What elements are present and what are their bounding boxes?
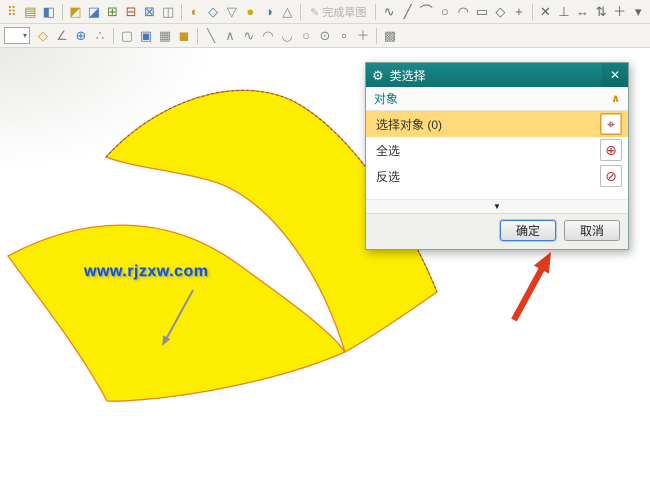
intersect-icon[interactable]: ⊠	[141, 2, 159, 22]
ok-button[interactable]: 确定	[500, 220, 556, 241]
surface-sheet-bottom[interactable]	[8, 225, 345, 401]
invert-selection-icon-button[interactable]: ⊘	[600, 165, 622, 187]
toolbar-row-2: ▾◇∠⊕∴ ▢▣▦◼ ╲∧∿◠◡○⊙∘＋ ▩	[0, 24, 650, 48]
datum-axis-icon[interactable]: ∠	[53, 26, 71, 46]
arc-tool-icon[interactable]: ◠	[259, 26, 277, 46]
dialog-row-select-object[interactable]: 选择对象 (0)⌖	[366, 111, 628, 137]
select-object-icon-button[interactable]: ⌖	[600, 113, 622, 135]
finish-sketch-label: ✎ 完成草图	[305, 4, 371, 20]
app-window: ⠿▤◧◩◪⊞⊟⊠◫◐◇▽●◑△✎ 完成草图∿╱⌒○◠▭◇+✕⊥↔⇅＋▾ ▾◇∠⊕…	[0, 0, 650, 486]
object-section-header[interactable]: 对象 ∧	[366, 87, 628, 111]
unite-icon[interactable]: ⊞	[104, 2, 122, 22]
select-all-label: 全选	[376, 142, 600, 159]
solid-view-icon[interactable]: ▣	[137, 26, 155, 46]
chevron-up-icon[interactable]: ∧	[611, 92, 620, 105]
select-box-icon[interactable]: ▢	[118, 26, 136, 46]
select-all-icon-button[interactable]: ⊕	[600, 139, 622, 161]
dialog-spacer	[366, 189, 628, 199]
toolbar-separator	[197, 28, 198, 44]
object-section-label: 对象	[374, 90, 398, 107]
toolbar-separator	[113, 28, 114, 44]
ellipse-icon[interactable]: ∘	[335, 26, 353, 46]
arc-icon[interactable]: ⌒	[417, 2, 435, 22]
selection-scope-dropdown[interactable]: ▾	[4, 27, 30, 44]
gear-icon: ⚙	[372, 69, 384, 82]
close-icon[interactable]: ✕	[602, 63, 628, 87]
line-icon[interactable]: ╱	[399, 2, 417, 22]
toolbar-row-1: ⠿▤◧◩◪⊞⊟⊠◫◐◇▽●◑△✎ 完成草图∿╱⌒○◠▭◇+✕⊥↔⇅＋▾	[0, 0, 650, 24]
datum-csys-icon[interactable]: ⊕	[72, 26, 90, 46]
toolbar-separator	[532, 4, 533, 20]
grid-icon[interactable]: ▩	[381, 26, 399, 46]
annotation-arrow	[511, 252, 551, 322]
dialog-row-invert-selection[interactable]: 反选⊘	[366, 163, 628, 189]
cylinder-icon[interactable]: ◑	[260, 2, 278, 22]
datum-grid-icon[interactable]: ▤	[22, 2, 40, 22]
extrude-icon[interactable]: ◩	[67, 2, 85, 22]
revolve-icon[interactable]: ◪	[85, 2, 103, 22]
select-object-label: 选择对象 (0)	[376, 116, 600, 133]
shell-icon[interactable]: ◫	[159, 2, 177, 22]
sphere-icon[interactable]: ●	[242, 2, 260, 22]
subtract-icon[interactable]: ⊟	[122, 2, 140, 22]
auto-dimension-icon[interactable]: ⇅	[592, 2, 610, 22]
circle-tool-icon[interactable]: ○	[297, 26, 315, 46]
cancel-button[interactable]: 取消	[564, 220, 620, 241]
edge-blend-icon[interactable]: ◐	[186, 2, 204, 22]
rectangle-icon[interactable]: ▭	[473, 2, 491, 22]
toolbar-separator	[181, 4, 182, 20]
chamfer-icon[interactable]: ◇	[204, 2, 222, 22]
point-tool-icon[interactable]: ＋	[354, 26, 372, 46]
polygon-icon[interactable]: ◇	[492, 2, 510, 22]
pattern-icon[interactable]: ⠿	[3, 2, 21, 22]
dimension-icon[interactable]: ↔	[574, 2, 592, 22]
sketch-point-icon[interactable]: ＋	[611, 2, 629, 22]
draft-icon[interactable]: ▽	[223, 2, 241, 22]
collapse-toggle[interactable]: ▼	[366, 199, 628, 213]
dialog-rows: 选择对象 (0)⌖全选⊕反选⊘	[366, 111, 628, 189]
wireframe-view-icon[interactable]: ▦	[156, 26, 174, 46]
shaded-view-icon[interactable]: ◼	[175, 26, 193, 46]
fillet-icon[interactable]: ◠	[455, 2, 473, 22]
class-selection-dialog: ⚙ 类选择 ✕ 对象 ∧ 选择对象 (0)⌖全选⊕反选⊘ ▼ 确定 取消	[365, 62, 629, 250]
toolbar-separator	[300, 4, 301, 20]
datum-plane-icon[interactable]: ◇	[34, 26, 52, 46]
dialog-title: 类选择	[390, 67, 596, 84]
dialog-titlebar[interactable]: ⚙ 类选择 ✕	[366, 63, 628, 87]
quick-trim-icon[interactable]: ✕	[537, 2, 555, 22]
circle-center-icon[interactable]: ⊙	[316, 26, 334, 46]
dialog-footer: 确定 取消	[366, 213, 628, 249]
point-set-icon[interactable]: ∴	[91, 26, 109, 46]
conic-icon[interactable]: ◡	[278, 26, 296, 46]
line-tool-icon[interactable]: ╲	[202, 26, 220, 46]
studio-spline-icon[interactable]: ∿	[380, 2, 398, 22]
more-commands-icon[interactable]: ▾	[629, 2, 647, 22]
cone-icon[interactable]: △	[279, 2, 297, 22]
watermark: www.rjzxw.com	[84, 263, 208, 281]
block-icon[interactable]: ◧	[40, 2, 58, 22]
spline-tool-icon[interactable]: ∿	[240, 26, 258, 46]
circle-icon[interactable]: ○	[436, 2, 454, 22]
point-icon[interactable]: +	[510, 2, 528, 22]
viewport[interactable]: www.rjzxw.com ⚙ 类选择 ✕ 对象 ∧ 选择对象 (0)⌖全选⊕反…	[0, 48, 650, 486]
dialog-row-select-all[interactable]: 全选⊕	[366, 137, 628, 163]
toolbar-separator	[376, 28, 377, 44]
polyline-icon[interactable]: ∧	[221, 26, 239, 46]
invert-selection-label: 反选	[376, 168, 600, 185]
toolbar-separator	[375, 4, 376, 20]
toolbar-separator	[62, 4, 63, 20]
constraint-icon[interactable]: ⊥	[555, 2, 573, 22]
